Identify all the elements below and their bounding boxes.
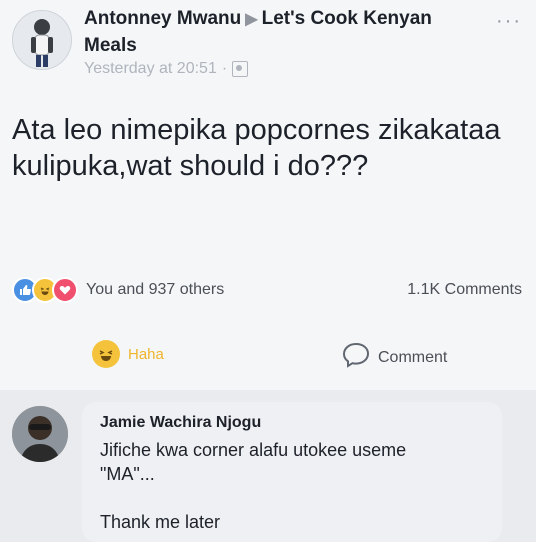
haha-face-icon (92, 340, 120, 368)
author-name[interactable]: Antonney Mwanu (84, 8, 241, 29)
post-card: Antonney Mwanu ▶ Let's Cook Kenyan Meals Y… (0, 0, 536, 390)
post-meta: Yesterday at 20:51 · (84, 60, 249, 78)
haha-reaction-button[interactable]: Haha (92, 340, 164, 368)
more-options-icon[interactable]: ··· (496, 10, 522, 33)
reaction-summary-text[interactable]: You and 937 others (86, 281, 224, 299)
reactions-summary[interactable]: You and 937 others 1.1K Comments (12, 276, 522, 304)
comment-bubble: Jamie Wachira Njogu Jifiche kwa corner a… (82, 402, 502, 542)
privacy-icon (232, 61, 249, 77)
comment-icon (342, 342, 370, 373)
comment-section: Jamie Wachira Njogu Jifiche kwa corner a… (0, 390, 536, 542)
arrow-right-icon: ▶ (245, 11, 258, 28)
meta-separator: · (221, 60, 228, 77)
haha-label: Haha (128, 345, 164, 363)
comment-text: Jifiche kwa corner alafu utokee useme "M… (100, 440, 407, 532)
action-bar: Haha Comment (0, 330, 536, 382)
comments-count[interactable]: 1.1K Comments (407, 281, 522, 299)
comment-button[interactable]: Comment (342, 342, 447, 373)
post-body: Ata leo nimepika popcornes zikakataa kul… (12, 114, 501, 182)
love-icon (52, 277, 78, 303)
commenter-name[interactable]: Jamie Wachira Njogu (100, 414, 261, 432)
post-timestamp[interactable]: Yesterday at 20:51 (84, 60, 217, 78)
author-avatar[interactable] (12, 10, 72, 70)
comment-label: Comment (378, 348, 448, 366)
commenter-avatar[interactable] (12, 406, 68, 462)
post-header: Antonney Mwanu ▶ Let's Cook Kenyan Meals (84, 6, 464, 59)
